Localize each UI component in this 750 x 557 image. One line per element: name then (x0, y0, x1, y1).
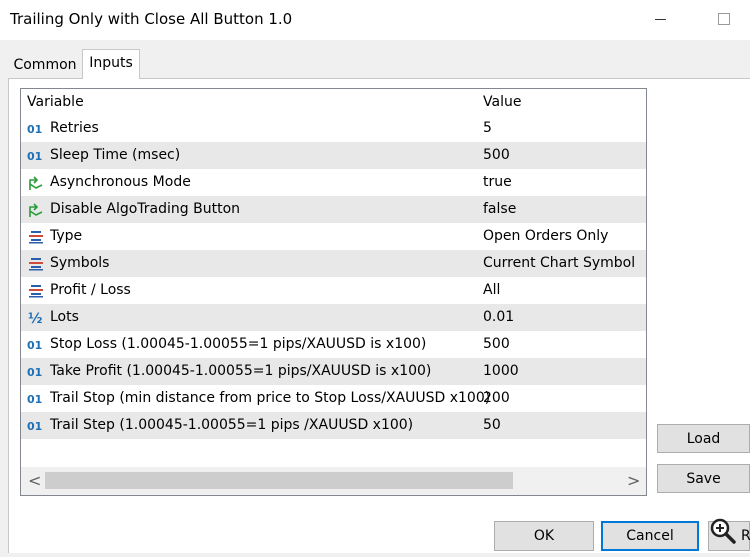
enum-list-icon (29, 285, 43, 298)
enum-list-icon (29, 231, 43, 244)
input-name: Stop Loss (1.00045-1.00055=1 pips/XAUUSD… (50, 336, 427, 352)
bool-arrow-icon (29, 176, 43, 190)
input-value[interactable]: Open Orders Only (483, 228, 608, 244)
input-row[interactable]: Asynchronous Mode true (21, 169, 646, 196)
input-value[interactable]: false (483, 201, 516, 217)
scroll-left-icon[interactable]: < (28, 471, 41, 490)
svg-text:½: ½ (28, 311, 43, 326)
input-name: Trail Stop (min distance from price to S… (50, 390, 491, 406)
input-row[interactable]: 01 Trail Stop (min distance from price to… (21, 385, 646, 412)
input-name: Profit / Loss (50, 282, 131, 298)
input-name: Retries (50, 120, 99, 136)
input-row[interactable]: 01 Stop Loss (1.00045-1.00055=1 pips/XAUU… (21, 331, 646, 358)
bool-arrow-icon (29, 203, 43, 217)
double-half-icon: ½ (28, 311, 43, 326)
input-value[interactable]: Current Chart Symbol (483, 255, 635, 271)
svg-text:01: 01 (27, 366, 42, 379)
svg-text:01: 01 (27, 420, 42, 433)
input-value[interactable]: 0.01 (483, 309, 514, 325)
load-button[interactable]: Load (657, 424, 750, 453)
input-row[interactable]: Disable AlgoTrading Button false (21, 196, 646, 223)
input-value[interactable]: 1000 (483, 363, 519, 379)
int-01-icon: 01 (27, 339, 42, 352)
input-row[interactable]: Symbols Current Chart Symbol (21, 250, 646, 277)
svg-text:01: 01 (27, 393, 42, 406)
int-01-icon: 01 (27, 366, 42, 379)
input-name: Lots (50, 309, 79, 325)
input-value[interactable]: 500 (483, 147, 510, 163)
input-value[interactable]: true (483, 174, 512, 190)
input-name: Symbols (50, 255, 110, 271)
input-name: Trail Step (1.00045-1.00055=1 pips /XAUU… (50, 417, 414, 433)
cancel-button[interactable]: Cancel (601, 521, 699, 551)
input-row[interactable]: 01 Retries 5 (21, 115, 646, 142)
input-row[interactable]: 01 Take Profit (1.00045-1.00055=1 pips/XA… (21, 358, 646, 385)
input-row[interactable]: 01 Sleep Time (msec) 500 (21, 142, 646, 169)
svg-text:01: 01 (27, 123, 42, 136)
inputs-grid: Variable Value 01 Retries 5 01 Sleep Time (m… (20, 88, 647, 496)
input-row[interactable]: Profit / Loss All (21, 277, 646, 304)
int-01-icon: 01 (27, 150, 42, 163)
input-row[interactable]: Type Open Orders Only (21, 223, 646, 250)
maximize-icon[interactable] (718, 13, 730, 25)
input-value[interactable]: All (483, 282, 500, 298)
input-name: Sleep Time (msec) (50, 147, 181, 163)
svg-text:01: 01 (27, 150, 42, 163)
input-name: Type (50, 228, 83, 244)
svg-text:01: 01 (27, 339, 42, 352)
grid-header: Variable Value (21, 89, 646, 115)
int-01-icon: 01 (27, 420, 42, 433)
ok-button[interactable]: OK (494, 521, 594, 551)
scroll-thumb[interactable] (45, 472, 513, 489)
int-01-icon: 01 (27, 123, 42, 136)
input-row[interactable]: 01 Trail Step (1.00045-1.00055=1 pips /XA… (21, 412, 646, 439)
title-bar: Trailing Only with Close All Button 1.0 (0, 0, 750, 40)
tab-inputs[interactable]: Inputs (82, 49, 140, 79)
enum-list-icon (29, 258, 43, 271)
tab-common[interactable]: Common (8, 53, 82, 77)
save-button[interactable]: Save (657, 464, 750, 493)
input-name: Asynchronous Mode (50, 174, 191, 190)
int-01-icon: 01 (27, 393, 42, 406)
scroll-right-icon[interactable]: > (627, 471, 640, 490)
input-value[interactable]: 5 (483, 120, 492, 136)
window-title: Trailing Only with Close All Button 1.0 (10, 10, 293, 28)
horizontal-scrollbar[interactable]: < > (21, 467, 646, 495)
minimize-icon[interactable] (655, 19, 666, 20)
input-value[interactable]: 50 (483, 417, 501, 433)
header-value[interactable]: Value (483, 94, 521, 110)
input-name: Disable AlgoTrading Button (50, 201, 241, 217)
zoom-magnifier-icon (710, 518, 736, 544)
input-value[interactable]: 200 (483, 390, 510, 406)
input-row[interactable]: ½ Lots 0.01 (21, 304, 646, 331)
input-name: Take Profit (1.00045-1.00055=1 pips/XAUU… (50, 363, 432, 379)
header-variable[interactable]: Variable (27, 94, 84, 110)
input-value[interactable]: 500 (483, 336, 510, 352)
